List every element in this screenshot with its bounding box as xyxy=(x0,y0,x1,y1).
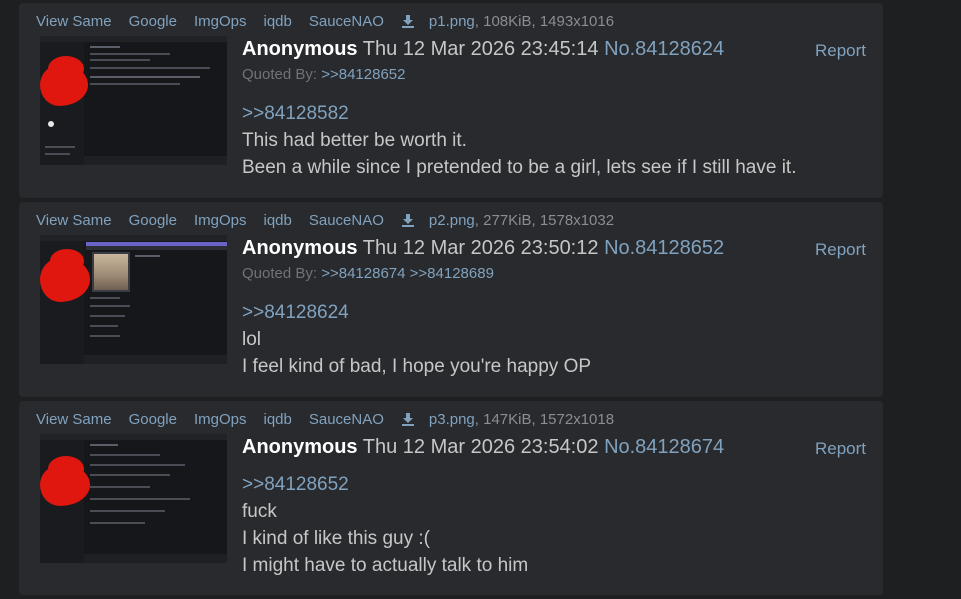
file-meta: , 277KiB, 1578x1032 xyxy=(474,211,615,229)
saucenao-link[interactable]: SauceNAO xyxy=(309,411,384,428)
post: View Same Google ImgOps iqdb SauceNAO p3… xyxy=(19,401,883,595)
download-icon[interactable] xyxy=(401,412,415,426)
quoted-by-link[interactable]: >>84128674 xyxy=(321,265,405,282)
post-text-line: lol xyxy=(242,329,262,350)
post-text-line: fuck xyxy=(242,501,277,522)
saucenao-link[interactable]: SauceNAO xyxy=(309,13,384,30)
file-info: View Same Google ImgOps iqdb SauceNAO p2… xyxy=(36,210,614,230)
quoted-by: Quoted By: >>84128652 xyxy=(242,66,405,83)
quoted-by-link[interactable]: >>84128652 xyxy=(321,66,405,83)
download-icon[interactable] xyxy=(401,213,415,227)
quoted-by-label: Quoted By: xyxy=(242,265,318,282)
post-number-link[interactable]: No.84128674 xyxy=(604,436,724,458)
poster-name: Anonymous xyxy=(242,237,358,259)
google-link[interactable]: Google xyxy=(129,411,177,428)
download-icon[interactable] xyxy=(401,14,415,28)
post-number-link[interactable]: No.84128624 xyxy=(604,38,724,60)
reply-link[interactable]: >>84128652 xyxy=(242,471,528,498)
post-text-line: I feel kind of bad, I hope you're happy … xyxy=(242,356,592,377)
file-info: View Same Google ImgOps iqdb SauceNAO p3… xyxy=(36,409,614,429)
file-name-link[interactable]: p2.png xyxy=(429,212,475,229)
imgops-link[interactable]: ImgOps xyxy=(194,411,247,428)
view-same-link[interactable]: View Same xyxy=(36,411,112,428)
quoted-by: Quoted By: >>84128674 >>84128689 xyxy=(242,265,494,282)
saucenao-link[interactable]: SauceNAO xyxy=(309,212,384,229)
quoted-by-link[interactable]: >>84128689 xyxy=(410,265,494,282)
post-header: Anonymous Thu 12 Mar 2026 23:50:12 No.84… xyxy=(242,237,724,260)
report-link[interactable]: Report xyxy=(815,41,866,61)
post-body: >>84128582 This had better be worth it. … xyxy=(242,100,796,181)
view-same-link[interactable]: View Same xyxy=(36,13,112,30)
post-date: Thu 12 Mar 2026 23:45:14 xyxy=(362,38,599,60)
report-link[interactable]: Report xyxy=(815,439,866,459)
poster-name: Anonymous xyxy=(242,38,358,60)
post-thumbnail[interactable] xyxy=(40,434,227,563)
post-date: Thu 12 Mar 2026 23:54:02 xyxy=(362,436,599,458)
quoted-by-label: Quoted By: xyxy=(242,66,318,83)
reply-link[interactable]: >>84128624 xyxy=(242,299,591,326)
iqdb-link[interactable]: iqdb xyxy=(263,13,291,30)
file-meta: , 147KiB, 1572x1018 xyxy=(474,410,615,428)
poster-name: Anonymous xyxy=(242,436,358,458)
iqdb-link[interactable]: iqdb xyxy=(263,411,291,428)
post-body: >>84128624 lol I feel kind of bad, I hop… xyxy=(242,299,591,380)
file-info: View Same Google ImgOps iqdb SauceNAO p1… xyxy=(36,11,614,31)
imgops-link[interactable]: ImgOps xyxy=(194,212,247,229)
post-text-line: I kind of like this guy :( xyxy=(242,528,430,549)
file-name-link[interactable]: p1.png xyxy=(429,13,475,30)
post: View Same Google ImgOps iqdb SauceNAO p1… xyxy=(19,3,883,198)
post-body: >>84128652 fuck I kind of like this guy … xyxy=(242,471,528,579)
file-meta: , 108KiB, 1493x1016 xyxy=(474,12,615,30)
post-text-line: This had better be worth it. xyxy=(242,130,467,151)
iqdb-link[interactable]: iqdb xyxy=(263,212,291,229)
imgops-link[interactable]: ImgOps xyxy=(194,13,247,30)
post-date: Thu 12 Mar 2026 23:50:12 xyxy=(362,237,599,259)
post-text-line: Been a while since I pretended to be a g… xyxy=(242,157,797,178)
file-name-link[interactable]: p3.png xyxy=(429,411,475,428)
post-header: Anonymous Thu 12 Mar 2026 23:45:14 No.84… xyxy=(242,38,724,61)
google-link[interactable]: Google xyxy=(129,212,177,229)
reply-link[interactable]: >>84128582 xyxy=(242,100,796,127)
view-same-link[interactable]: View Same xyxy=(36,212,112,229)
google-link[interactable]: Google xyxy=(129,13,177,30)
report-link[interactable]: Report xyxy=(815,240,866,260)
post: View Same Google ImgOps iqdb SauceNAO p2… xyxy=(19,202,883,397)
post-number-link[interactable]: No.84128652 xyxy=(604,237,724,259)
post-thumbnail[interactable] xyxy=(40,235,227,364)
post-thumbnail[interactable] xyxy=(40,36,227,165)
post-text-line: I might have to actually talk to him xyxy=(242,555,529,576)
post-header: Anonymous Thu 12 Mar 2026 23:54:02 No.84… xyxy=(242,436,724,459)
